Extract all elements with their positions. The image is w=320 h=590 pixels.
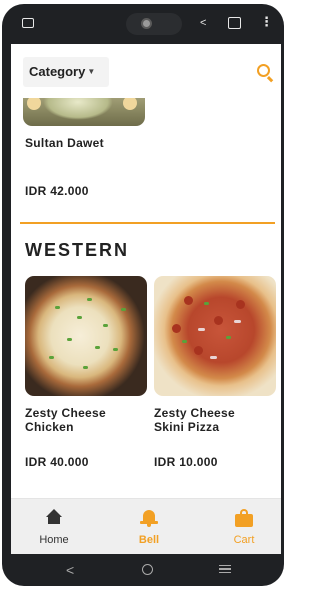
item-name-sultan-dawet[interactable]: Sultan Dawet bbox=[25, 136, 104, 150]
more-options-icon[interactable]: ⋮ bbox=[260, 15, 273, 28]
system-nav-bar: < bbox=[2, 554, 284, 586]
category-label: Category bbox=[29, 64, 86, 79]
home-button-icon[interactable] bbox=[142, 564, 153, 575]
front-camera-icon bbox=[141, 18, 152, 29]
camera-notch bbox=[126, 13, 182, 35]
zesty-cheese-chicken-image[interactable] bbox=[25, 276, 147, 396]
item-price-sultan-dawet: IDR 42.000 bbox=[25, 184, 89, 198]
tab-cart[interactable]: Cart bbox=[209, 499, 279, 554]
app-screen: Category ▼ Sultan Dawet IDR 42.000 WESTER… bbox=[11, 44, 281, 554]
section-title: WESTERN bbox=[25, 240, 129, 260]
tab-bell[interactable]: Bell bbox=[114, 499, 184, 554]
zesty-cheese-skini-pizza-image[interactable] bbox=[154, 276, 276, 396]
recents-icon[interactable] bbox=[219, 565, 231, 573]
tab-home[interactable]: Home bbox=[19, 499, 89, 554]
section-divider bbox=[20, 222, 275, 224]
item-name-line: Zesty Cheese bbox=[25, 406, 106, 420]
tab-bell-label: Bell bbox=[138, 534, 160, 546]
item-name-line: Zesty Cheese bbox=[154, 406, 235, 420]
category-dropdown[interactable]: Category ▼ bbox=[23, 57, 109, 87]
item-name-line: Skini Pizza bbox=[154, 420, 220, 434]
bag-icon bbox=[235, 509, 253, 527]
bottom-tab-bar: Home Bell Cart bbox=[11, 498, 281, 554]
screen-record-icon[interactable] bbox=[228, 17, 241, 29]
share-icon[interactable]: < bbox=[200, 18, 206, 29]
chevron-down-icon: ▼ bbox=[87, 67, 96, 76]
decoration bbox=[27, 96, 41, 110]
top-bar: Category ▼ bbox=[11, 44, 281, 98]
decoration bbox=[123, 96, 137, 110]
tab-cart-label: Cart bbox=[233, 534, 255, 546]
status-bar: < ⋮ bbox=[2, 4, 284, 44]
item-name-zesty-cheese-chicken[interactable]: Zesty Cheese Chicken bbox=[25, 406, 106, 434]
item-price-zesty-cheese-skini-pizza: IDR 10.000 bbox=[154, 455, 218, 469]
phone-frame: < ⋮ Category ▼ Sultan Dawet IDR 42.000 WE… bbox=[2, 4, 284, 586]
search-icon[interactable] bbox=[257, 64, 270, 77]
bell-icon bbox=[140, 509, 158, 527]
home-icon bbox=[45, 509, 63, 527]
tab-home-label: Home bbox=[39, 534, 69, 546]
screen-rotate-icon bbox=[22, 18, 34, 28]
item-name-zesty-cheese-skini-pizza[interactable]: Zesty Cheese Skini Pizza bbox=[154, 406, 235, 434]
back-icon[interactable]: < bbox=[66, 562, 74, 578]
item-price-zesty-cheese-chicken: IDR 40.000 bbox=[25, 455, 89, 469]
item-name-line: Chicken bbox=[25, 420, 74, 434]
